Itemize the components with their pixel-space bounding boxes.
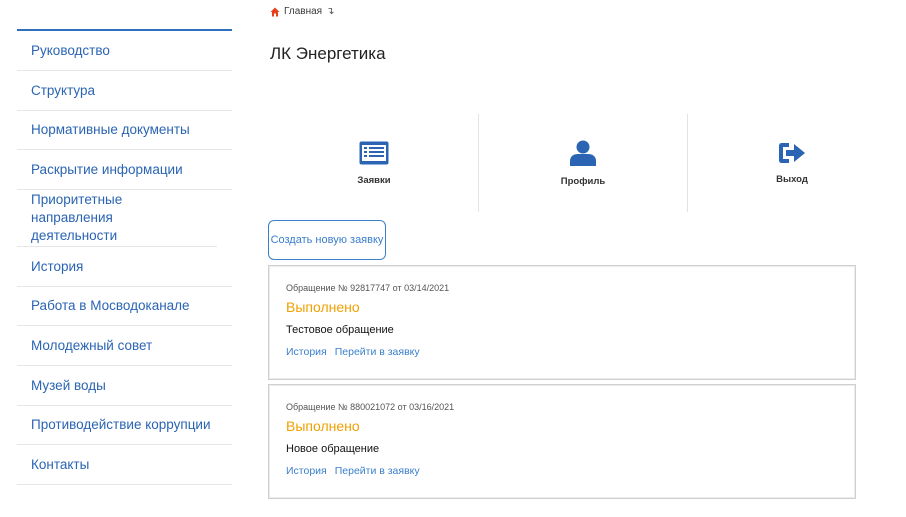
breadcrumb-home-link[interactable]: Главная xyxy=(284,6,322,17)
home-icon[interactable] xyxy=(270,7,280,17)
status-label: Выполнено xyxy=(286,418,360,434)
sidebar-item-label: Руководство xyxy=(31,42,110,58)
tile-profile[interactable]: Профиль xyxy=(478,114,687,212)
tile-label: Профиль xyxy=(560,175,606,187)
sidebar-item-label: Структура xyxy=(31,82,96,98)
sidebar-item-struktura[interactable]: Структура xyxy=(17,71,232,111)
sidebar-item-label: Противодействие коррупции xyxy=(31,417,211,432)
history-link[interactable]: История xyxy=(286,465,327,477)
sidebar-item-molodezhnyi-sovet[interactable]: Молодежный совет xyxy=(17,326,232,366)
sidebar-item-label: Раскрытие информации xyxy=(31,161,183,177)
open-request-link[interactable]: Перейти в заявку xyxy=(335,346,420,358)
sidebar-item-rabota[interactable]: Работа в Мосводоканале xyxy=(17,287,232,326)
sidebar-item-rukovodstvo[interactable]: Руководство xyxy=(17,31,232,71)
sidebar-item-raskrytie-informacii[interactable]: Раскрытие информации xyxy=(17,150,232,190)
sidebar-item-label: Работа в Мосводоканале xyxy=(31,298,190,313)
sign-out-icon xyxy=(778,142,806,164)
request-meta: Обращение № 92817747 от 03/14/2021 xyxy=(286,283,450,293)
sidebar-item-normativnye-dokumenty[interactable]: Нормативные документы xyxy=(17,111,232,150)
breadcrumb: Главная ↴ xyxy=(270,6,334,17)
create-request-button[interactable]: Создать новую заявку xyxy=(268,220,386,260)
sidebar-nav: Руководство Структура Нормативные докуме… xyxy=(17,29,232,485)
history-link[interactable]: История xyxy=(286,346,327,358)
open-request-link[interactable]: Перейти в заявку xyxy=(335,465,420,477)
status-label: Выполнено xyxy=(286,299,360,315)
tile-label: Выход xyxy=(776,173,808,185)
sidebar-item-istoriya[interactable]: История xyxy=(17,247,232,287)
sidebar-item-protivodeistvie-korrupcii[interactable]: Противодействие коррупции xyxy=(17,406,232,445)
request-links: История Перейти в заявку xyxy=(286,465,420,477)
page-title: ЛК Энергетика xyxy=(270,44,386,63)
sidebar-item-label: Приоритетные направления деятельности xyxy=(31,192,123,243)
sidebar-item-label: Нормативные документы xyxy=(31,122,190,137)
tile-label: Заявки xyxy=(357,174,391,186)
sidebar-item-muzei-vody[interactable]: Музей воды xyxy=(17,366,232,406)
sidebar-item-prioritetnye-napravleniya[interactable]: Приоритетные направления деятельности xyxy=(17,190,217,247)
dashboard-tiles: Заявки Профиль Выход xyxy=(270,114,896,212)
request-card: Обращение № 92817747 от 03/14/2021 Выпол… xyxy=(268,265,856,380)
sidebar-item-kontakty[interactable]: Контакты xyxy=(17,445,232,485)
tile-logout[interactable]: Выход xyxy=(687,114,896,212)
request-card: Обращение № 880021072 от 03/16/2021 Выпо… xyxy=(268,384,856,499)
sidebar-item-label: Музей воды xyxy=(31,377,106,393)
sidebar-item-label: История xyxy=(31,258,84,274)
user-icon xyxy=(569,140,597,166)
tile-requests[interactable]: Заявки xyxy=(270,114,478,212)
request-links: История Перейти в заявку xyxy=(286,346,420,358)
breadcrumb-arrow-icon: ↴ xyxy=(326,6,335,17)
sidebar-item-label: Контакты xyxy=(31,456,90,472)
sidebar-item-label: Молодежный совет xyxy=(31,337,153,353)
request-meta: Обращение № 880021072 от 03/16/2021 xyxy=(286,402,455,412)
request-subject: Тестовое обращение xyxy=(286,324,394,336)
request-subject: Новое обращение xyxy=(286,443,380,455)
list-icon xyxy=(359,141,389,165)
